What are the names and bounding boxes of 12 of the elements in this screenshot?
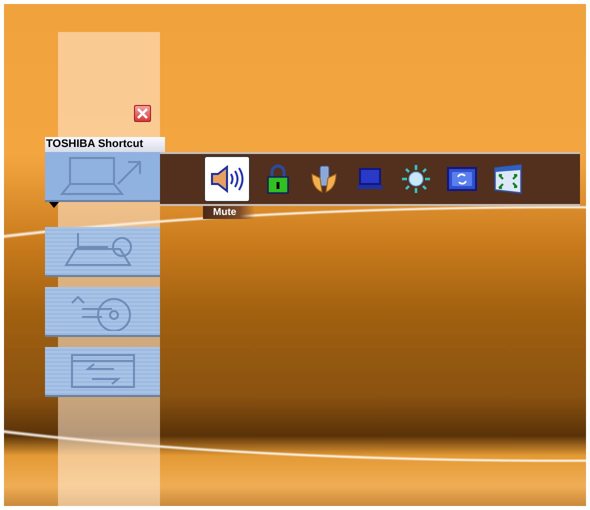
refresh-screen-icon <box>447 167 477 191</box>
toolbar-button[interactable] <box>204 156 250 202</box>
padlock-icon <box>266 164 290 194</box>
close-button[interactable] <box>134 105 151 122</box>
dropdown-triangle-icon[interactable] <box>49 202 59 208</box>
speaker-icon <box>210 165 244 193</box>
tooltip: Mute <box>203 206 255 219</box>
laptop-icon <box>355 167 385 191</box>
panel-title: TOSHIBA Shortcut <box>45 137 165 152</box>
hands-battery-icon <box>310 164 338 194</box>
sun-icon <box>401 164 431 194</box>
expand-window-icon <box>493 164 523 194</box>
